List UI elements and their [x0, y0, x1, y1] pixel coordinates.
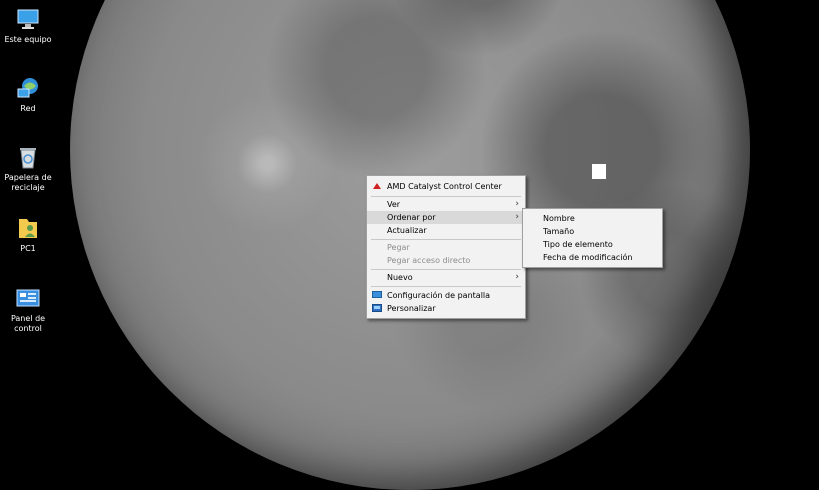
desktop-file-icon[interactable]: [591, 163, 607, 180]
menu-item-nuevo[interactable]: Nuevo ›: [367, 271, 525, 284]
recycle-bin-icon: [20, 148, 36, 169]
menu-item-pegar-acceso-directo[interactable]: Pegar acceso directo: [367, 254, 525, 267]
desktop-icon-label: Red: [20, 104, 36, 113]
desktop-icon-pc1[interactable]: PC1: [0, 215, 56, 254]
display-settings-icon: [372, 291, 382, 298]
desktop-context-menu: AMD Catalyst Control Center Ver › Ordena…: [366, 175, 526, 319]
submenu-item-tamano[interactable]: Tamaño: [523, 225, 662, 238]
chevron-right-icon: ›: [515, 199, 519, 209]
menu-separator: [371, 196, 521, 197]
menu-item-ver[interactable]: Ver ›: [367, 198, 525, 211]
desktop-icon-recycle-bin[interactable]: Papelera de reciclaje: [0, 144, 56, 193]
menu-item-pegar[interactable]: Pegar: [367, 241, 525, 254]
user-folder-icon: [19, 219, 37, 238]
menu-separator: [371, 239, 521, 240]
personalize-icon: [372, 304, 382, 312]
desktop-icon-label: Papelera de reciclaje: [4, 173, 52, 192]
ordenar-por-submenu: Nombre Tamaño Tipo de elemento Fecha de …: [522, 208, 663, 268]
submenu-item-fecha-modificacion[interactable]: Fecha de modificación: [523, 251, 662, 264]
menu-separator: [371, 269, 521, 270]
desktop-icon-label: Este equipo: [4, 35, 52, 44]
network-icon: [17, 78, 38, 98]
menu-separator: [371, 286, 521, 287]
menu-item-ordenar-por[interactable]: Ordenar por ›: [367, 211, 525, 224]
menu-item-personalizar[interactable]: Personalizar: [367, 302, 525, 315]
menu-item-amd-catalyst[interactable]: AMD Catalyst Control Center: [367, 180, 525, 193]
desktop-icon-label: Panel de control: [10, 314, 46, 333]
desktop-icon-network[interactable]: Red: [0, 75, 56, 114]
amd-icon: [373, 183, 381, 189]
chevron-right-icon: ›: [515, 212, 519, 222]
chevron-right-icon: ›: [515, 272, 519, 282]
menu-item-configuracion-pantalla[interactable]: Configuración de pantalla: [367, 289, 525, 302]
desktop-icon-this-pc[interactable]: Este equipo: [0, 6, 56, 45]
computer-icon: [17, 9, 39, 29]
submenu-item-nombre[interactable]: Nombre: [523, 212, 662, 225]
desktop-icon-label: PC1: [20, 244, 36, 253]
menu-item-actualizar[interactable]: Actualizar: [367, 224, 525, 237]
submenu-item-tipo-elemento[interactable]: Tipo de elemento: [523, 238, 662, 251]
control-panel-icon: [16, 289, 40, 307]
desktop-icon-control-panel[interactable]: Panel de control: [0, 285, 56, 334]
